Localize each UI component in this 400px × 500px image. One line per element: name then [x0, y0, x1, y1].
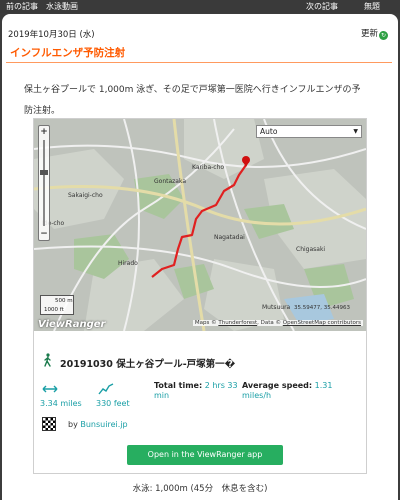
author-prefix: by [68, 420, 78, 429]
zoom-out-button[interactable]: − [39, 229, 49, 239]
swim-video-link[interactable]: 水泳動画 [46, 1, 78, 12]
post-body: 保土ヶ谷プールで 1,000m 泳ぎ、その足で戸塚第一医院へ行きインフルエンザの… [24, 85, 361, 116]
zoom-control[interactable]: + − [38, 125, 50, 241]
top-nav: 前の記事 水泳動画 次の記事 無題 [0, 0, 400, 13]
next-article-link[interactable]: 次の記事 [306, 1, 338, 12]
chevron-down-icon: ▼ [353, 128, 358, 135]
openstreetmap-link[interactable]: OpenStreetMap contributors [283, 320, 361, 326]
route-name[interactable]: 20191030 保土ヶ谷プール-戸塚第一� [60, 356, 235, 370]
open-in-app-button[interactable]: Open in the ViewRanger app [127, 445, 283, 465]
map-label: Nagatadai [214, 234, 245, 241]
title-divider [6, 62, 392, 63]
zoom-in-button[interactable]: + [39, 127, 49, 137]
map-scale-bar: 500 m 1000 ft [40, 295, 74, 315]
viewranger-logo: ViewRanger [38, 319, 106, 330]
map-layer-value: Auto [260, 127, 278, 136]
untitled-link[interactable]: 無題 [364, 1, 380, 12]
attribution-prefix: Maps © [194, 320, 217, 326]
route-average-speed: Average speed: 1.31 miles/h [242, 381, 350, 401]
author-avatar [42, 417, 56, 431]
article-panel: 2019年10月30日 (水) 更新 ↻ インフルエンザ予防注射 保土ヶ谷プールで… [2, 14, 398, 500]
swim-summary: 水泳: 1,000m (45分 休息を含む) [132, 484, 268, 494]
map-label: Gontazaka [154, 178, 186, 185]
thunderforest-link[interactable]: Thunderforest [218, 320, 257, 326]
route-author: by Bunsuirei.jp [68, 420, 128, 429]
scale-metric: 500 m [55, 298, 73, 304]
update-icon: ↻ [379, 31, 388, 40]
scale-imperial: 1000 ft [44, 307, 64, 313]
map-coordinates: 35.59477, 35.44963 [294, 305, 350, 311]
route-map[interactable]: Gontazaka Kariba-cho Nagatadai Hirado Sa… [34, 119, 366, 331]
viewranger-embed: Gontazaka Kariba-cho Nagatadai Hirado Sa… [33, 118, 367, 474]
post-title: インフルエンザ予防注射 [10, 47, 126, 59]
distance-arrows-icon [42, 385, 58, 393]
hiker-icon [44, 353, 51, 367]
climb-chart-icon [98, 383, 114, 395]
route-distance: 3.34 miles [40, 399, 82, 408]
update-link[interactable]: 更新 ↻ [361, 27, 388, 40]
average-speed-label: Average speed: [242, 381, 313, 390]
map-label: Chigasaki [296, 246, 325, 253]
post-date: 2019年10月30日 (水) [8, 30, 95, 40]
zoom-slider-handle[interactable] [40, 170, 48, 175]
map-canvas: Gontazaka Kariba-cho Nagatadai Hirado Sa… [34, 119, 366, 331]
route-total-time: Total time: 2 hrs 33 min [154, 381, 250, 401]
map-label: Hirado [118, 260, 138, 267]
update-label: 更新 [360, 29, 378, 39]
map-layer-select[interactable]: Auto ▼ [256, 125, 362, 138]
map-label: Mutsuura [262, 304, 291, 311]
map-label: Sakaigi-cho [68, 192, 103, 199]
map-label: Kariba-cho [192, 164, 224, 171]
route-climb: 330 feet [96, 399, 130, 408]
total-time-label: Total time: [154, 381, 203, 390]
zoom-track [43, 140, 45, 226]
attribution-mid: , Data © [257, 320, 282, 326]
author-link[interactable]: Bunsuirei.jp [80, 420, 127, 429]
prev-article-link[interactable]: 前の記事 [6, 1, 38, 12]
map-attribution: Maps © Thunderforest, Data © OpenStreetM… [192, 320, 363, 326]
